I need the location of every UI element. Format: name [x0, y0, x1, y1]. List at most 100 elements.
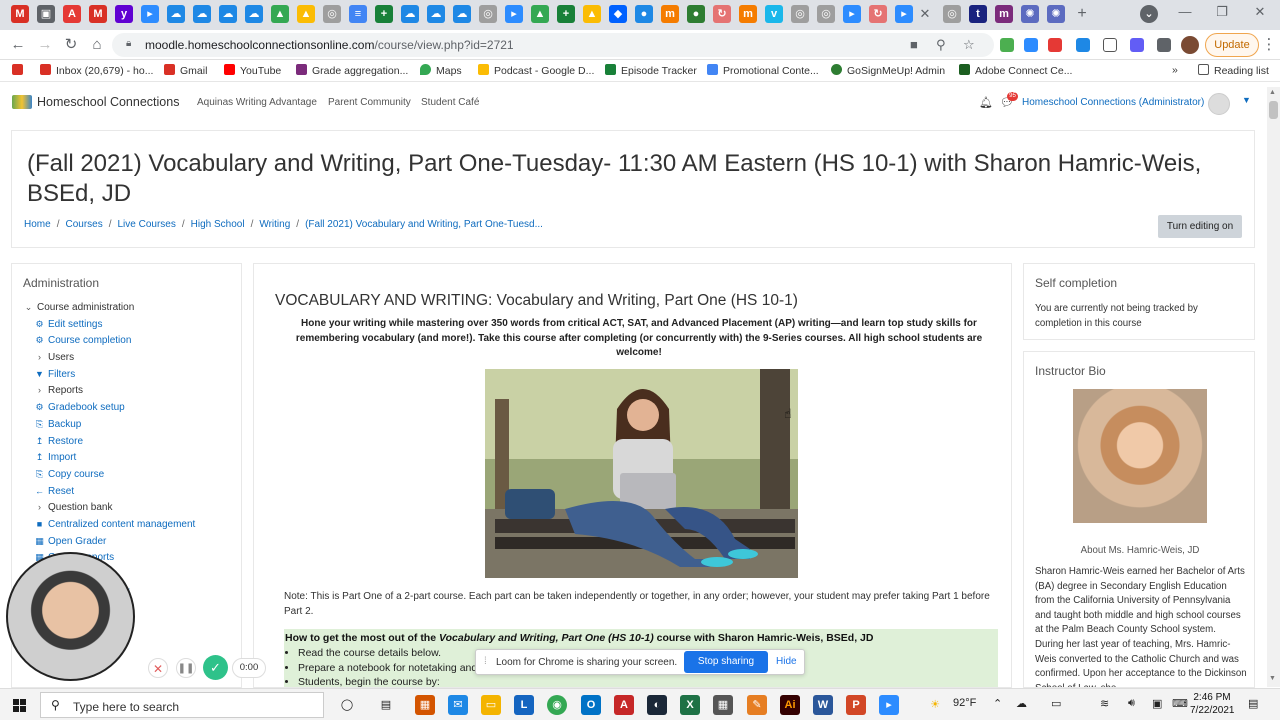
nav-link-parent-community[interactable]: Parent Community: [328, 97, 411, 108]
tab-sheets-icon[interactable]: +: [557, 5, 575, 23]
reading-list-button[interactable]: Reading list: [1198, 64, 1269, 77]
breadcrumb-courses[interactable]: Courses: [65, 219, 102, 230]
bookmark-item[interactable]: GoSignMeUp! Admin: [831, 64, 945, 77]
close-window-icon[interactable]: ✕: [1245, 4, 1275, 20]
bookmarks-overflow-icon[interactable]: »: [1172, 64, 1178, 76]
bookmark-item[interactable]: Promotional Conte...: [707, 64, 819, 77]
bookmark-item[interactable]: Adobe Connect Ce...: [959, 64, 1072, 77]
extension-cloud-icon[interactable]: [1076, 38, 1090, 52]
page-scrollbar[interactable]: ▲ ▼: [1267, 87, 1280, 687]
breadcrumb-current-course[interactable]: (Fall 2021) Vocabulary and Writing, Part…: [305, 219, 543, 230]
store-icon[interactable]: ▦: [415, 695, 435, 715]
paint-icon[interactable]: ✎: [747, 695, 767, 715]
tab-globe-icon[interactable]: ◎: [817, 5, 835, 23]
bookmark-item[interactable]: Inbox (20,679) - ho...: [40, 64, 153, 77]
tab-dropbox-icon[interactable]: ◆: [609, 5, 627, 23]
tab-moodle-icon[interactable]: m: [739, 5, 757, 23]
back-icon[interactable]: ←: [8, 35, 28, 55]
weather-temperature[interactable]: 92°F: [953, 697, 976, 709]
breadcrumb-home[interactable]: Home: [24, 219, 51, 230]
extension-zoom-icon[interactable]: [1024, 38, 1038, 52]
tab-gmail-icon[interactable]: M: [11, 5, 29, 23]
bookmark-item[interactable]: Episode Tracker: [605, 64, 697, 77]
home-icon[interactable]: ⌂: [87, 35, 107, 55]
extension-loom-icon[interactable]: [1130, 38, 1144, 52]
reload-icon[interactable]: ↻: [61, 35, 81, 55]
admin-item-edit-settings[interactable]: ⚙ Edit settings: [23, 319, 237, 336]
breadcrumb-writing[interactable]: Writing: [259, 219, 290, 230]
tab-refresh-icon[interactable]: ↻: [869, 5, 887, 23]
tab-cloud-icon[interactable]: ☁: [401, 5, 419, 23]
network-icon[interactable]: ▣: [1152, 697, 1162, 710]
tab-refresh-icon[interactable]: ↻: [713, 5, 731, 23]
windows-start-icon[interactable]: [13, 699, 27, 713]
admin-item-centralized-content-management[interactable]: ■ Centralized content management: [23, 519, 237, 536]
tab-vimeo-icon[interactable]: v: [765, 5, 783, 23]
tab-zoom-icon[interactable]: ▸: [843, 5, 861, 23]
keyboard-icon[interactable]: ⌨: [1172, 697, 1188, 710]
tab-moodle-icon[interactable]: m: [661, 5, 679, 23]
excel-icon[interactable]: X: [680, 695, 700, 715]
scrollbar-thumb[interactable]: [1269, 101, 1278, 119]
admin-item-users[interactable]: › Users: [23, 352, 237, 369]
tab-gmail-icon[interactable]: M: [89, 5, 107, 23]
app-l-icon[interactable]: L: [514, 695, 534, 715]
scroll-up-icon[interactable]: ▲: [1269, 89, 1276, 96]
tab-zoom-icon[interactable]: ▸: [505, 5, 523, 23]
task-view-icon[interactable]: ▤: [376, 695, 396, 715]
bookmark-item[interactable]: YouTube: [224, 64, 281, 77]
tab-zoom-icon[interactable]: ▸: [895, 5, 913, 23]
extensions-puzzle-icon[interactable]: [1157, 38, 1171, 52]
loom-camera-bubble[interactable]: [6, 552, 135, 681]
onedrive-icon[interactable]: ☁: [1016, 697, 1027, 710]
nav-link-student-cafe[interactable]: Student Café: [421, 97, 479, 108]
wifi-icon[interactable]: ≋: [1100, 697, 1109, 710]
tab-cloud-icon[interactable]: ☁: [219, 5, 237, 23]
bookmark-apps-gmail[interactable]: [12, 64, 28, 77]
tab-globe-icon[interactable]: ◎: [479, 5, 497, 23]
admin-item-backup[interactable]: ⎘ Backup: [23, 419, 237, 436]
weather-icon[interactable]: ☀: [925, 695, 945, 715]
tab-cloud-icon[interactable]: ☁: [453, 5, 471, 23]
turn-editing-on-button[interactable]: Turn editing on: [1158, 215, 1242, 238]
admin-item-course-administration[interactable]: ⌄ Course administration: [23, 302, 237, 319]
calculator-icon[interactable]: ▦: [713, 695, 733, 715]
tab-cloud-icon[interactable]: ☁: [193, 5, 211, 23]
hide-button[interactable]: Hide: [776, 656, 797, 667]
loom-pause-icon[interactable]: ❚❚: [176, 658, 196, 678]
profile-avatar[interactable]: [1181, 36, 1199, 54]
extension-moodle-icon[interactable]: [1103, 38, 1117, 52]
active-tab-close-icon[interactable]: ✕: [916, 5, 934, 23]
notifications-bell-icon[interactable]: 🔔︎: [979, 96, 993, 109]
menu-kebab-icon[interactable]: ⋮: [1259, 35, 1279, 55]
bookmark-item[interactable]: Maps: [420, 64, 462, 77]
file-explorer-icon[interactable]: ▭: [481, 695, 501, 715]
taskbar-search-box[interactable]: ⚲ Type here to search: [40, 692, 324, 718]
minimize-window-icon[interactable]: —: [1170, 4, 1200, 19]
loom-finish-icon[interactable]: ✓: [203, 655, 228, 680]
zoom-app-icon[interactable]: ▸: [879, 695, 899, 715]
mail-icon[interactable]: ✉: [448, 695, 468, 715]
tab-gosign-icon[interactable]: ●: [687, 5, 705, 23]
user-menu-name[interactable]: Homeschool Connections (Administrator): [1022, 97, 1204, 108]
loom-cancel-icon[interactable]: ✕: [148, 658, 168, 678]
extension-adobe-icon[interactable]: [1048, 38, 1062, 52]
tab-globe-icon[interactable]: ◎: [323, 5, 341, 23]
word-icon[interactable]: W: [813, 695, 833, 715]
tab-adobe-icon[interactable]: A: [63, 5, 81, 23]
bookmark-item[interactable]: Podcast - Google D...: [478, 64, 594, 77]
notifications-icon[interactable]: ▤: [1248, 697, 1258, 710]
tab-drive-icon[interactable]: ▲: [583, 5, 601, 23]
system-clock[interactable]: 2:46 PM 7/22/2021: [1190, 691, 1235, 717]
extension-pen-icon[interactable]: [1000, 38, 1014, 52]
admin-item-course-completion[interactable]: ⚙ Course completion: [23, 335, 237, 352]
tab-person-icon[interactable]: ●: [635, 5, 653, 23]
tab-docs-icon[interactable]: ≡: [349, 5, 367, 23]
tab-cloud-icon[interactable]: ☁: [245, 5, 263, 23]
tab-settings-icon[interactable]: ✺: [1047, 5, 1065, 23]
admin-item-import[interactable]: ↥ Import: [23, 452, 237, 469]
admin-item-open-grader[interactable]: ▦ Open Grader: [23, 536, 237, 553]
tab-sheets-icon[interactable]: +: [375, 5, 393, 23]
illustrator-icon[interactable]: Ai: [780, 695, 800, 715]
breadcrumb-high-school[interactable]: High School: [191, 219, 245, 230]
